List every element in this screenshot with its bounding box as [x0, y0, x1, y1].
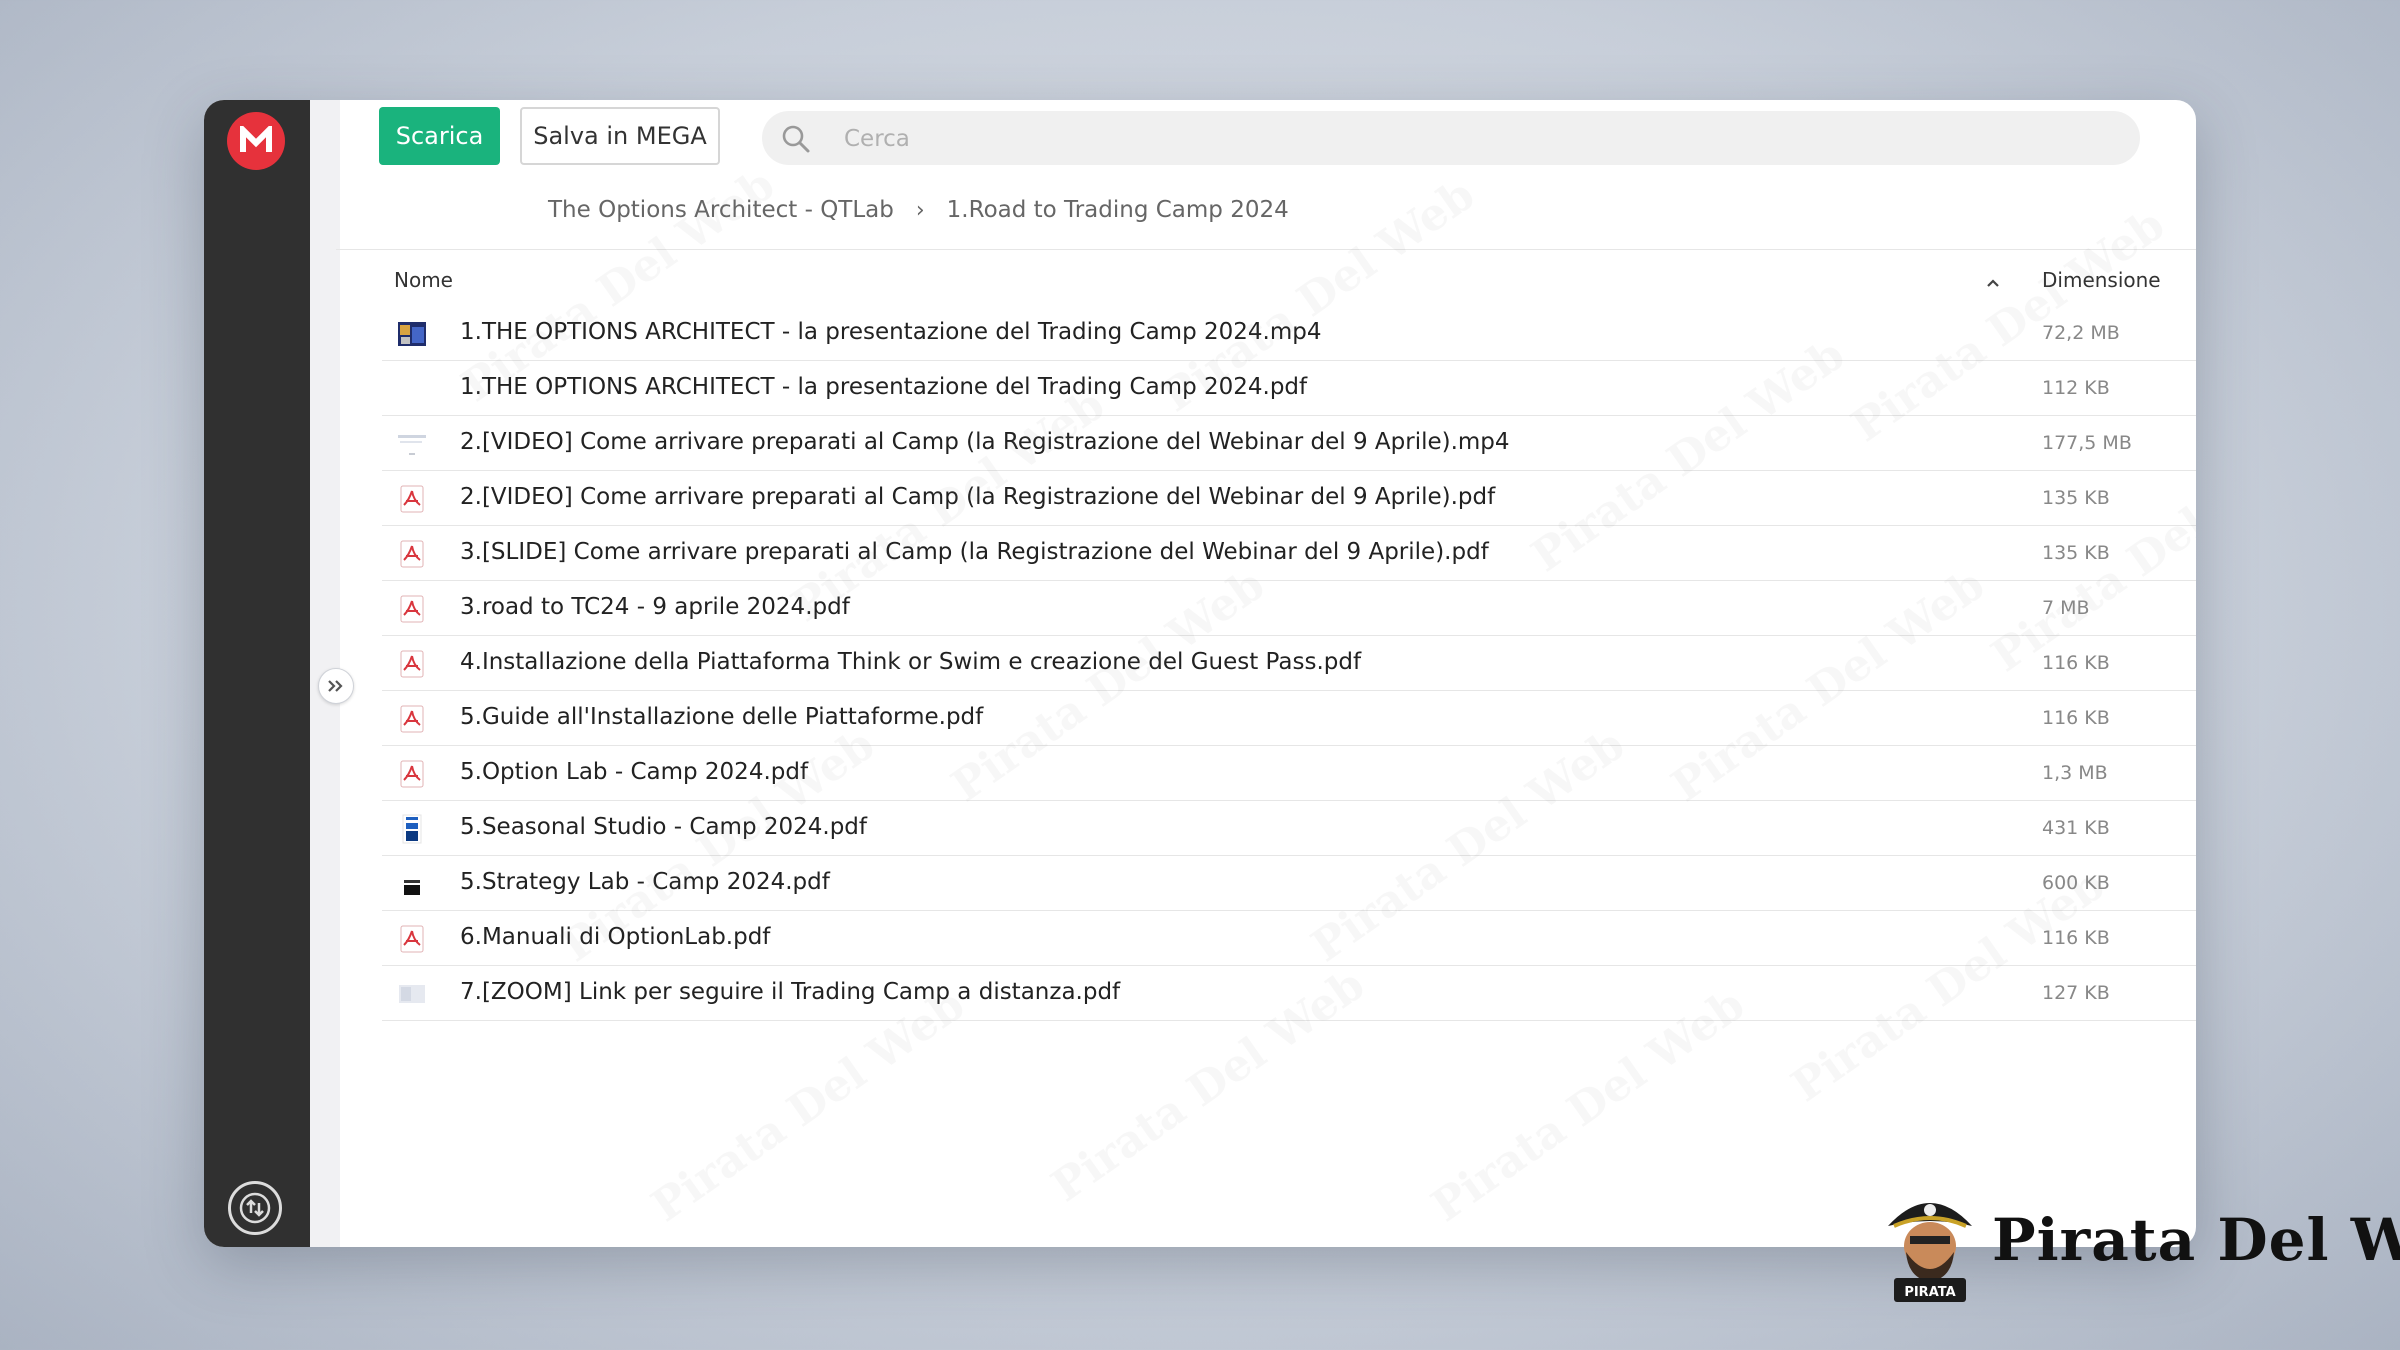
file-icon [397, 374, 427, 404]
file-size: 112 KB [2042, 377, 2110, 399]
file-size: 127 KB [2042, 982, 2110, 1004]
file-size: 135 KB [2042, 487, 2110, 509]
file-row[interactable]: 5.Option Lab - Camp 2024.pdf1,3 MBDocume… [382, 746, 2196, 801]
left-sidebar [204, 100, 310, 1247]
column-header-size[interactable]: Dimensione [2042, 268, 2161, 292]
document-thumbnail-icon [397, 979, 427, 1009]
pdf-file-icon [397, 649, 427, 679]
file-size: 7 MB [2042, 597, 2090, 619]
file-size: 1,3 MB [2042, 762, 2108, 784]
file-row[interactable]: 2.[VIDEO] Come arrivare preparati al Cam… [382, 416, 2196, 471]
file-size: 135 KB [2042, 542, 2110, 564]
pdf-file-icon [397, 759, 427, 789]
file-name[interactable]: 4.Installazione della Piattaforma Think … [460, 649, 1361, 675]
pdf-file-icon [397, 594, 427, 624]
file-name[interactable]: 5.Seasonal Studio - Camp 2024.pdf [460, 814, 867, 840]
mega-logo-icon[interactable] [227, 112, 285, 170]
search-input[interactable] [842, 111, 2046, 167]
file-row[interactable]: 5.Strategy Lab - Camp 2024.pdf600 KBDocu… [382, 856, 2196, 911]
file-name[interactable]: 2.[VIDEO] Come arrivare preparati al Cam… [460, 484, 1495, 510]
breadcrumb-item-root[interactable]: The Options Architect - QTLab [548, 197, 894, 223]
pdf-file-icon [397, 484, 427, 514]
file-name[interactable]: 1.THE OPTIONS ARCHITECT - la presentazio… [460, 319, 1321, 345]
expand-panel-icon[interactable] [318, 668, 354, 704]
pirate-badge-text: PIRATA [1904, 1285, 1955, 1300]
search-icon[interactable] [780, 123, 812, 159]
file-name[interactable]: 2.[VIDEO] Come arrivare preparati al Cam… [460, 429, 1510, 455]
header-divider [336, 249, 2196, 250]
file-name[interactable]: 3.[SLIDE] Come arrivare preparati al Cam… [460, 539, 1489, 565]
sort-ascending-icon[interactable] [1985, 270, 2001, 294]
video-thumbnail-icon [397, 429, 427, 459]
file-size: 177,5 MB [2042, 432, 2132, 454]
video-thumbnail-icon [397, 319, 427, 349]
file-row[interactable]: 6.Manuali di OptionLab.pdf116 KBDocument… [382, 911, 2196, 966]
file-name[interactable]: 5.Option Lab - Camp 2024.pdf [460, 759, 808, 785]
document-thumbnail-icon [397, 869, 427, 899]
search-bar [762, 111, 2140, 167]
file-row[interactable]: 1.THE OPTIONS ARCHITECT - la presentazio… [382, 306, 2196, 361]
file-row[interactable]: 7.[ZOOM] Link per seguire il Trading Cam… [382, 966, 2196, 1021]
save-to-mega-button[interactable]: Salva in MEGA [520, 107, 720, 165]
file-size: 116 KB [2042, 707, 2110, 729]
file-size: 116 KB [2042, 652, 2110, 674]
brand-text: Pirata Del Web [1992, 1206, 2400, 1274]
breadcrumb-separator: › [915, 197, 925, 223]
pdf-file-icon [397, 704, 427, 734]
mega-window: Scarica Salva in MEGA The Options Archit… [204, 100, 2196, 1247]
file-name[interactable]: 5.Strategy Lab - Camp 2024.pdf [460, 869, 830, 895]
file-list: 1.THE OPTIONS ARCHITECT - la presentazio… [382, 306, 2196, 1021]
document-thumbnail-icon [397, 814, 427, 844]
file-row[interactable]: 1.THE OPTIONS ARCHITECT - la presentazio… [382, 361, 2196, 416]
breadcrumb: The Options Architect - QTLab › 1.Road t… [548, 192, 1289, 228]
file-name[interactable]: 7.[ZOOM] Link per seguire il Trading Cam… [460, 979, 1120, 1005]
file-size: 600 KB [2042, 872, 2110, 894]
file-row[interactable]: 2.[VIDEO] Come arrivare preparati al Cam… [382, 471, 2196, 526]
transfer-manager-icon[interactable] [228, 1181, 282, 1235]
download-button[interactable]: Scarica [379, 107, 500, 165]
column-header-name[interactable]: Nome [394, 268, 453, 292]
pirate-mascot-icon: PIRATA [1888, 1203, 1972, 1302]
file-row[interactable]: 5.Guide all'Installazione delle Piattafo… [382, 691, 2196, 746]
file-size: 431 KB [2042, 817, 2110, 839]
file-name[interactable]: 5.Guide all'Installazione delle Piattafo… [460, 704, 983, 730]
file-name[interactable]: 1.THE OPTIONS ARCHITECT - la presentazio… [460, 374, 1307, 400]
pdf-file-icon [397, 924, 427, 954]
pirata-del-web-branding: PIRATA Pirata Del Web [1880, 1186, 2400, 1304]
file-row[interactable]: 3.[SLIDE] Come arrivare preparati al Cam… [382, 526, 2196, 581]
file-size: 116 KB [2042, 927, 2110, 949]
pdf-file-icon [397, 539, 427, 569]
file-row[interactable]: 3.road to TC24 - 9 aprile 2024.pdf7 MBDo… [382, 581, 2196, 636]
breadcrumb-item-current[interactable]: 1.Road to Trading Camp 2024 [947, 197, 1289, 223]
file-name[interactable]: 3.road to TC24 - 9 aprile 2024.pdf [460, 594, 850, 620]
file-row[interactable]: 5.Seasonal Studio - Camp 2024.pdf431 KBD… [382, 801, 2196, 856]
file-name[interactable]: 6.Manuali di OptionLab.pdf [460, 924, 770, 950]
file-size: 72,2 MB [2042, 322, 2120, 344]
file-row[interactable]: 4.Installazione della Piattaforma Think … [382, 636, 2196, 691]
file-list-header: Nome Dimensione Tipo [336, 260, 2196, 300]
